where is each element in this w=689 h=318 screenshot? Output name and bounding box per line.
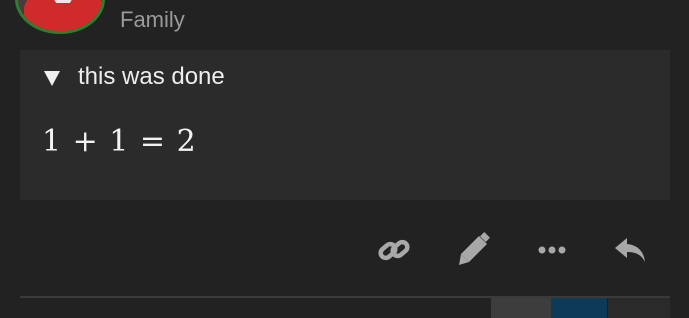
details-summary[interactable]: this was done [44, 63, 225, 91]
math-expression: 1 + 1 = 2 [42, 124, 197, 159]
edit-button[interactable] [453, 228, 493, 272]
disclosure-triangle-icon [44, 70, 60, 86]
post-actions [0, 228, 689, 272]
pencil-icon [459, 232, 490, 265]
details-summary-label: this was done [78, 63, 225, 90]
link-icon [378, 239, 410, 261]
bottom-controls [491, 298, 670, 318]
bottom-control-2[interactable] [551, 298, 607, 318]
details-block: this was done 1 + 1 = 2 [20, 50, 670, 200]
category-label[interactable]: Family [120, 6, 185, 34]
post-view: Family this was done 1 + 1 = 2 [0, 0, 689, 318]
more-button[interactable] [532, 228, 572, 272]
avatar[interactable] [15, 0, 105, 34]
ellipsis-icon [538, 246, 566, 254]
bottom-control-3[interactable] [607, 298, 670, 318]
bottom-control-1[interactable] [491, 298, 551, 318]
reply-button[interactable] [611, 228, 651, 272]
avatar-jacket [24, 0, 102, 31]
copy-link-button[interactable] [374, 228, 414, 272]
reply-icon [615, 238, 645, 262]
